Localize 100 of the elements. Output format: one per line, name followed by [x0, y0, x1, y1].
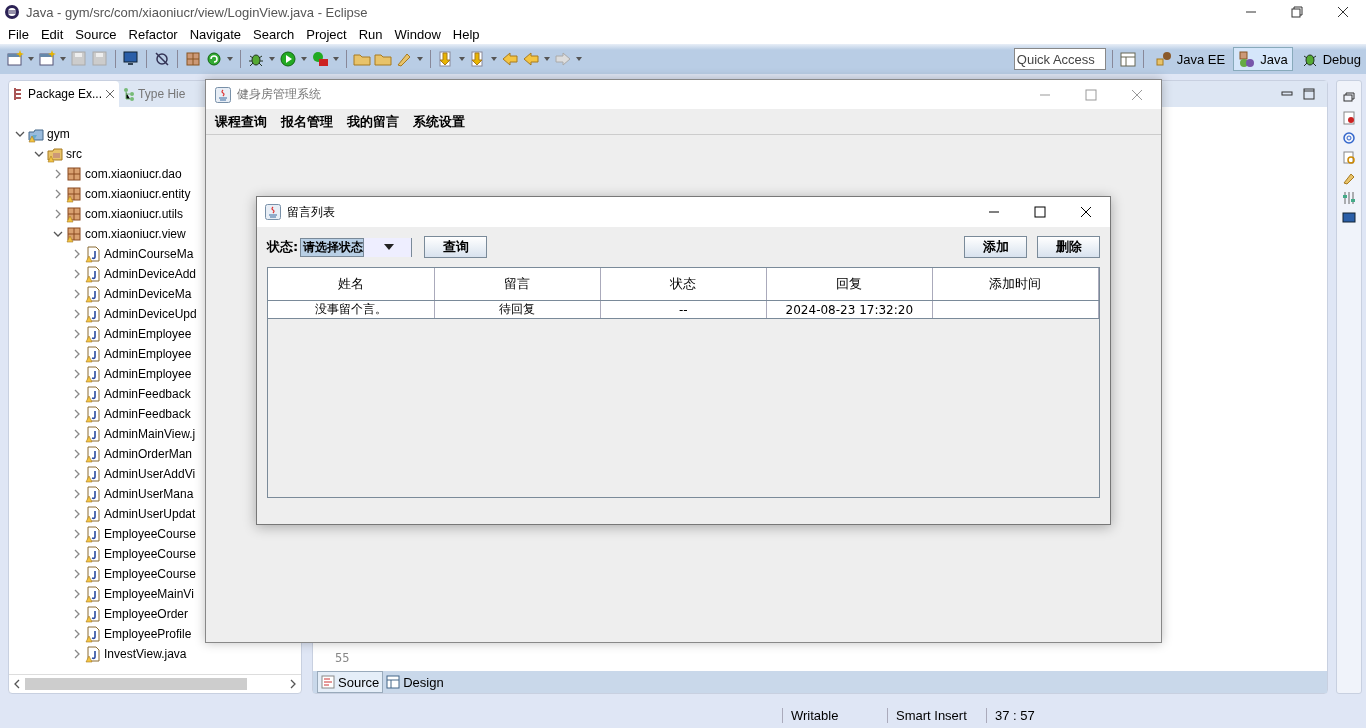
menu-item[interactable]: 课程查询 — [208, 112, 274, 131]
dropdown-caret-icon[interactable] — [575, 55, 583, 63]
expanded-chevron-icon[interactable] — [34, 149, 44, 159]
menu-item[interactable]: Navigate — [183, 26, 247, 42]
tree-item[interactable]: com.xiaoniucr.view — [85, 227, 186, 241]
column-header[interactable]: 姓名 — [268, 268, 435, 301]
column-header[interactable]: 添加时间 — [932, 268, 1099, 301]
console-icon[interactable] — [122, 50, 140, 68]
collapsed-chevron-icon[interactable] — [72, 449, 82, 459]
perspective-button[interactable]: Debug — [1295, 47, 1366, 71]
dropdown-caret-icon[interactable] — [300, 55, 308, 63]
new-package-icon[interactable] — [184, 50, 202, 68]
menu-item[interactable]: 报名管理 — [274, 112, 340, 131]
collapsed-chevron-icon[interactable] — [72, 249, 82, 259]
open-perspective-icon[interactable] — [1118, 50, 1137, 68]
tree-item[interactable]: AdminDeviceAdd — [104, 267, 197, 281]
close-icon[interactable] — [1080, 206, 1092, 218]
collapsed-chevron-icon[interactable] — [72, 609, 82, 619]
collapsed-chevron-icon[interactable] — [72, 429, 82, 439]
menu-item[interactable]: Run — [352, 26, 389, 42]
tree-item[interactable]: AdminDeviceUpd — [104, 307, 197, 321]
delete-button[interactable]: 删除 — [1037, 236, 1100, 258]
close-icon[interactable] — [1337, 6, 1349, 18]
tree-item[interactable]: com.xiaoniucr.dao — [85, 167, 182, 181]
scroll-left-icon[interactable] — [13, 679, 21, 689]
dropdown-caret-icon[interactable] — [543, 55, 551, 63]
tree-item[interactable]: AdminFeedback — [104, 407, 191, 421]
dropdown-caret-icon[interactable] — [268, 55, 276, 63]
menu-item[interactable]: Window — [388, 26, 447, 42]
collapsed-chevron-icon[interactable] — [72, 589, 82, 599]
menu-item[interactable]: Search — [247, 26, 301, 42]
run-icon[interactable] — [279, 50, 297, 68]
back-arrow-icon[interactable] — [522, 50, 540, 68]
tree-item[interactable]: AdminEmployee — [104, 347, 192, 361]
tree-item[interactable]: AdminUserUpdat — [104, 507, 196, 521]
tree-item[interactable]: AdminOrderMan — [104, 447, 193, 461]
dropdown-caret-icon[interactable] — [27, 55, 35, 63]
maximize-view-icon[interactable] — [1303, 88, 1315, 100]
search-button[interactable]: 查询 — [424, 236, 488, 258]
collapsed-chevron-icon[interactable] — [72, 469, 82, 479]
monitor-icon[interactable] — [1342, 211, 1356, 225]
tree-item[interactable]: InvestView.java — [104, 647, 187, 661]
collapsed-chevron-icon[interactable] — [72, 569, 82, 579]
refresh-icon[interactable] — [205, 50, 223, 68]
collapsed-chevron-icon[interactable] — [72, 409, 82, 419]
view-tab[interactable]: Type Hie — [119, 81, 190, 107]
collapsed-chevron-icon[interactable] — [53, 209, 63, 219]
collapsed-chevron-icon[interactable] — [72, 529, 82, 539]
collapsed-chevron-icon[interactable] — [72, 389, 82, 399]
menu-item[interactable]: Refactor — [122, 26, 184, 42]
tree-item[interactable]: AdminEmployee — [104, 327, 192, 341]
dropdown-caret-icon[interactable] — [332, 55, 340, 63]
restore-icon[interactable] — [1342, 91, 1356, 105]
scroll-right-icon[interactable] — [289, 679, 297, 689]
add-button[interactable]: 添加 — [964, 236, 1027, 258]
dropdown-caret-icon[interactable] — [59, 55, 67, 63]
dropdown-caret-icon[interactable] — [490, 55, 498, 63]
tree-item[interactable]: AdminDeviceMa — [104, 287, 192, 301]
collapsed-chevron-icon[interactable] — [72, 489, 82, 499]
collapsed-chevron-icon[interactable] — [72, 269, 82, 279]
column-header[interactable]: 留言 — [434, 268, 601, 301]
restore-icon[interactable] — [1291, 6, 1303, 18]
tree-item[interactable]: AdminEmployee — [104, 367, 192, 381]
expanded-chevron-icon[interactable] — [53, 229, 63, 239]
run-external-icon[interactable] — [311, 50, 329, 68]
tree-item[interactable]: src — [66, 147, 82, 161]
dropdown-caret-icon[interactable] — [458, 55, 466, 63]
collapsed-chevron-icon[interactable] — [53, 169, 63, 179]
dropdown-caret-icon[interactable] — [416, 55, 424, 63]
tree-item[interactable]: com.xiaoniucr.utils — [85, 207, 184, 221]
tree-item[interactable]: AdminFeedback — [104, 387, 191, 401]
collapsed-chevron-icon[interactable] — [72, 549, 82, 559]
collapsed-chevron-icon[interactable] — [72, 369, 82, 379]
tree-item[interactable]: AdminUserAddVi — [104, 467, 196, 481]
collapsed-chevron-icon[interactable] — [72, 289, 82, 299]
new-window-icon[interactable] — [6, 50, 24, 68]
collapsed-chevron-icon[interactable] — [72, 349, 82, 359]
quick-access-field[interactable]: Quick Access — [1013, 48, 1106, 70]
minimize-view-icon[interactable] — [1281, 89, 1293, 99]
editor-tab[interactable]: Design — [383, 671, 447, 693]
perspective-button[interactable]: Java — [1233, 47, 1293, 71]
tree-item[interactable]: EmployeeProfile — [104, 627, 192, 641]
menu-item[interactable]: 系统设置 — [406, 112, 472, 131]
view-tab[interactable]: Package Ex... — [9, 81, 120, 107]
tree-item[interactable]: EmployeeCourse — [104, 547, 197, 561]
skip-breakpoints-icon[interactable] — [153, 50, 171, 68]
tree-item[interactable]: AdminMainView.j — [104, 427, 196, 441]
tree-item[interactable]: EmployeeOrder — [104, 607, 189, 621]
editor-tab[interactable]: Source — [317, 671, 384, 693]
collapsed-chevron-icon[interactable] — [53, 189, 63, 199]
menu-item[interactable]: Source — [69, 26, 123, 42]
new-class-icon[interactable] — [38, 50, 56, 68]
collapsed-chevron-icon[interactable] — [72, 309, 82, 319]
brush-icon[interactable] — [1342, 171, 1356, 185]
menu-item[interactable]: 我的留言 — [340, 112, 406, 131]
tree-item[interactable]: com.xiaoniucr.entity — [85, 187, 191, 201]
collapsed-chevron-icon[interactable] — [72, 629, 82, 639]
menu-item[interactable]: Edit — [34, 26, 70, 42]
error-log-icon[interactable] — [1342, 111, 1356, 125]
menu-item[interactable]: Help — [446, 26, 486, 42]
